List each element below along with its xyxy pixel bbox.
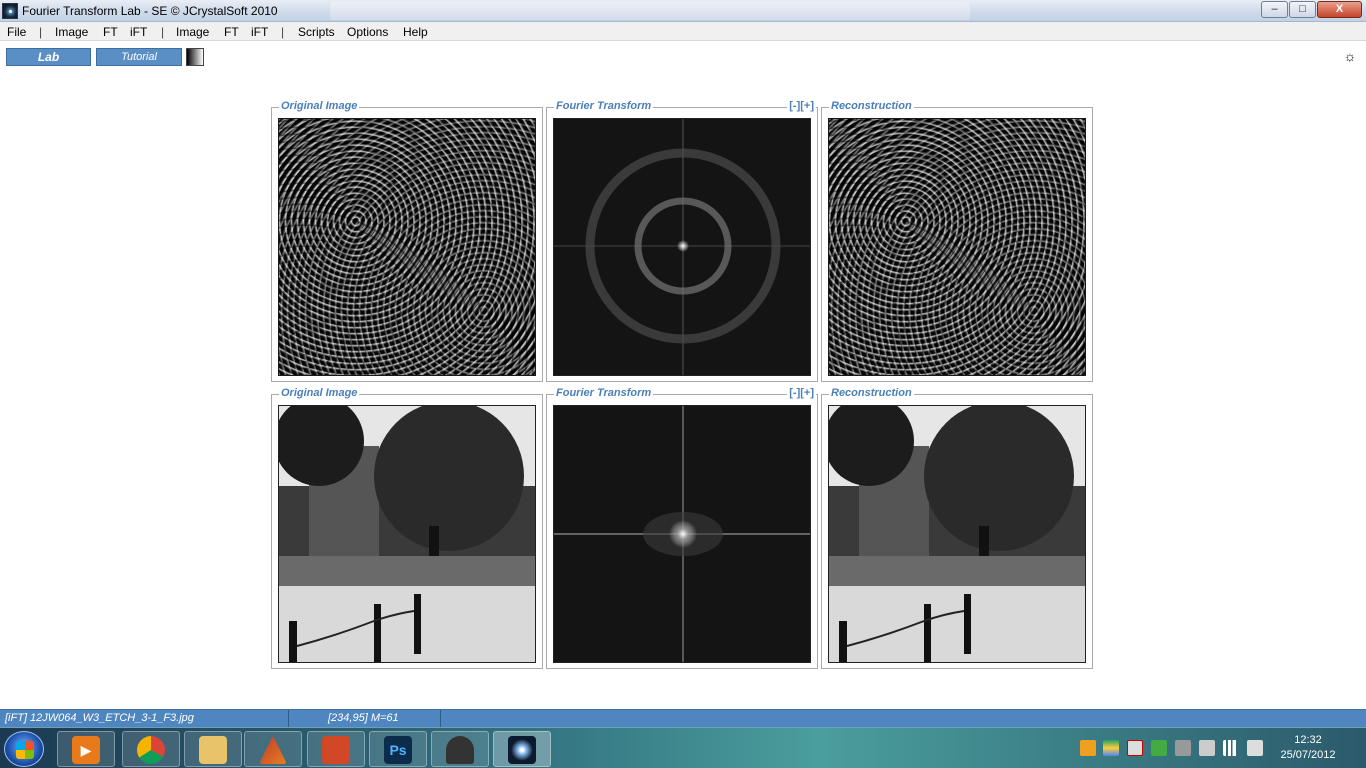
panel-label: Reconstruction [829, 387, 914, 399]
clock[interactable]: 12:32 25/07/2012 [1268, 733, 1348, 763]
gear-icon[interactable]: ☼ [1342, 48, 1358, 64]
panel-label: Fourier Transform [554, 100, 654, 112]
background-windows-ghost [330, 2, 970, 20]
menu-options[interactable]: Options [347, 25, 388, 39]
volume-muted-icon[interactable] [1247, 740, 1263, 756]
menu-file[interactable]: File [7, 25, 26, 39]
menu-ift-2[interactable]: iFT [251, 25, 268, 39]
building-photo [829, 406, 1085, 662]
grayscale-palette-button[interactable] [186, 48, 204, 66]
status-divider [288, 710, 289, 727]
minimize-button[interactable]: – [1261, 1, 1288, 18]
fourier-lab-icon[interactable] [493, 731, 551, 767]
start-button[interactable] [4, 731, 44, 767]
windows-logo-icon [16, 741, 34, 759]
menu-image[interactable]: Image [55, 25, 88, 39]
menu-ft[interactable]: FT [103, 25, 118, 39]
maximize-button[interactable]: □ [1289, 1, 1316, 18]
tab-lab[interactable]: Lab [6, 48, 91, 66]
menu-help[interactable]: Help [403, 25, 428, 39]
status-bar: [iFT] 12JW064_W3_ETCH_3-1_F3.jpg [234,95… [0, 709, 1366, 727]
menu-ift[interactable]: iFT [130, 25, 147, 39]
menu-scripts[interactable]: Scripts [298, 25, 335, 39]
fourier-lab-glyph [508, 736, 536, 764]
security-icon[interactable] [1151, 740, 1167, 756]
menu-separator: | [161, 25, 165, 39]
media-player-glyph: ▶ [72, 736, 100, 764]
media-player-icon[interactable]: ▶ [57, 731, 115, 767]
inkscape-glyph [446, 736, 474, 764]
tab-tutorial[interactable]: Tutorial [96, 48, 182, 66]
clock-time: 12:32 [1294, 734, 1322, 746]
google-drive-icon[interactable] [1103, 740, 1119, 756]
powerpoint-glyph [322, 736, 350, 764]
explorer-icon[interactable] [184, 731, 242, 767]
display-icon[interactable] [1175, 740, 1191, 756]
title-bar: Fourier Transform Lab - SE © JCrystalSof… [0, 0, 1366, 22]
menu-bar: File | Image FT iFT | Image FT iFT | Scr… [0, 22, 1366, 41]
menu-ft-2[interactable]: FT [224, 25, 239, 39]
reconstruction-image-1[interactable] [828, 118, 1086, 376]
original-image-1[interactable] [278, 118, 536, 376]
powerpoint-icon[interactable] [307, 731, 365, 767]
status-coordinates: [234,95] M=61 [328, 712, 399, 724]
status-divider [440, 710, 441, 727]
close-button[interactable]: X [1317, 1, 1362, 18]
zoom-buttons[interactable]: [-][+] [787, 100, 816, 112]
fourier-transform-image-2[interactable] [553, 405, 811, 663]
chrome-glyph [137, 736, 165, 764]
panel-label: Original Image [279, 100, 360, 112]
taskbar: ▶ Ps 12:32 25/07/2012 [0, 727, 1366, 768]
texture-overlay [279, 119, 535, 375]
photoshop-icon[interactable]: Ps [369, 731, 427, 767]
building-photo [279, 406, 535, 662]
fourier-transform-image-1[interactable] [553, 118, 811, 376]
zoom-buttons[interactable]: [-][+] [787, 387, 816, 399]
flag-error-icon[interactable] [1127, 740, 1143, 756]
menu-image-2[interactable]: Image [176, 25, 209, 39]
menu-separator: | [281, 25, 285, 39]
app-icon [2, 3, 18, 19]
chrome-icon[interactable] [122, 731, 180, 767]
fft-ring-pattern [554, 119, 810, 375]
network-signal-icon[interactable] [1223, 740, 1239, 756]
panel-original-image-2: Original Image [271, 387, 543, 669]
photoshop-glyph: Ps [384, 736, 412, 764]
original-image-2[interactable] [278, 405, 536, 663]
inkscape-icon[interactable] [431, 731, 489, 767]
panel-fourier-transform-2: Fourier Transform [-][+] [546, 387, 818, 669]
panel-label: Original Image [279, 387, 360, 399]
panel-label: Reconstruction [829, 100, 914, 112]
usb-icon[interactable] [1199, 740, 1215, 756]
status-filename: [iFT] 12JW064_W3_ETCH_3-1_F3.jpg [5, 712, 194, 724]
fft-cross-pattern [554, 406, 810, 662]
matlab-glyph [259, 736, 287, 764]
panel-original-image-1: Original Image [271, 100, 543, 382]
panel-reconstruction-1: Reconstruction [821, 100, 1093, 382]
panel-reconstruction-2: Reconstruction [821, 387, 1093, 669]
reconstruction-image-2[interactable] [828, 405, 1086, 663]
clock-date: 25/07/2012 [1280, 749, 1336, 761]
menu-separator: | [39, 25, 43, 39]
texture-overlay [829, 119, 1085, 375]
panel-fourier-transform-1: Fourier Transform [-][+] [546, 100, 818, 382]
matlab-icon[interactable] [244, 731, 302, 767]
panel-label: Fourier Transform [554, 387, 654, 399]
folder-glyph [199, 736, 227, 764]
window-title: Fourier Transform Lab - SE © JCrystalSof… [22, 4, 278, 18]
warning-icon[interactable] [1080, 740, 1096, 756]
